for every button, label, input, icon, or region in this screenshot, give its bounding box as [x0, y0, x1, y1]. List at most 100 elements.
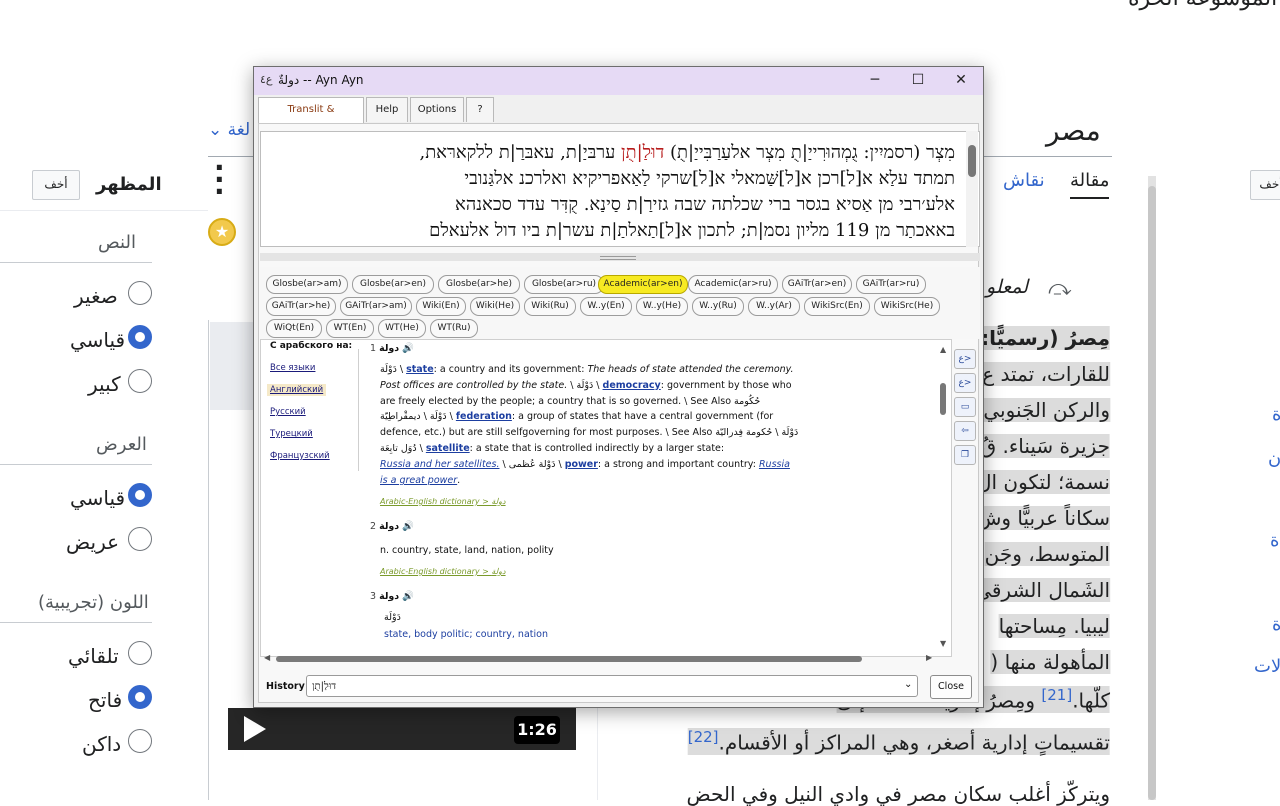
chip-source-active[interactable]: Academic(ar>en) — [598, 275, 688, 294]
scroll-down-icon[interactable]: ▼ — [940, 639, 946, 648]
chip-source[interactable]: WiQt(En) — [266, 319, 322, 338]
page-scrollbar-thumb[interactable] — [1148, 186, 1156, 800]
chip-source[interactable]: WT(En) — [326, 319, 374, 338]
chip-source[interactable]: Wiki(En) — [416, 297, 466, 316]
language-button[interactable]: ⌄ لغة — [208, 120, 250, 140]
speaker-icon[interactable]: 🔊 — [402, 521, 414, 532]
minimize-button[interactable]: ─ — [854, 67, 896, 95]
tab-article[interactable]: مقالة — [1070, 170, 1110, 199]
toc-link[interactable]: ة — [1272, 614, 1280, 635]
chip-source[interactable]: Glosbe(ar>ru) — [524, 275, 604, 294]
article-line: والركن الجَنوبي — [983, 398, 1110, 422]
translit-line: תמתד עלַא א[ל]רכן א[ל]שַּׁמאלי א[ל]שרקי … — [464, 168, 955, 189]
scroll-right-icon[interactable]: ▶ — [926, 653, 932, 662]
speaker-icon[interactable]: 🔊 — [402, 591, 414, 602]
entry-link[interactable]: power — [565, 459, 598, 470]
chip-source[interactable]: Glosbe(ar>he) — [438, 275, 520, 294]
chip-source[interactable]: GAiTr(ar>ru) — [856, 275, 926, 294]
maximize-button[interactable]: ☐ — [897, 67, 939, 95]
entry-line: دُوَل تابِعَة \ satellite: a state that … — [380, 443, 724, 454]
entry-number: 2 — [370, 521, 377, 532]
chip-source[interactable]: WT(He) — [378, 319, 426, 338]
dictionary-vscroll-thumb[interactable] — [940, 383, 946, 415]
reference-link[interactable]: [22] — [688, 728, 719, 746]
lang-russian[interactable]: Русский — [270, 407, 306, 417]
speaker-icon[interactable]: 🔊 — [402, 343, 414, 354]
more-menu-icon[interactable]: · · · — [214, 154, 225, 206]
lang-french[interactable]: Французский — [270, 451, 330, 461]
section-divider — [0, 622, 152, 623]
lang-english[interactable]: Английский — [267, 384, 327, 396]
chip-source[interactable]: Glosbe(ar>en) — [352, 275, 434, 294]
dictionary-hscroll-thumb[interactable] — [276, 656, 862, 662]
chip-source[interactable]: W..y(He) — [636, 297, 688, 316]
dictionary-source-link[interactable]: Arabic-English dictionary > دولة — [380, 497, 506, 506]
source-chips: Glosbe(ar>am) Glosbe(ar>en) Glosbe(ar>he… — [260, 267, 980, 339]
entry-example-link[interactable]: is a great power — [380, 475, 457, 486]
chevron-down-icon[interactable]: ⌄ — [904, 679, 912, 690]
chip-source[interactable]: GAiTr(ar>am) — [340, 297, 412, 316]
entry-link[interactable]: state — [406, 364, 434, 375]
paste-arabic-icon[interactable]: ع> — [954, 349, 976, 369]
width-wide-radio[interactable] — [128, 527, 152, 551]
copy-icon[interactable]: ❐ — [954, 445, 976, 465]
chip-source[interactable]: WikiSrc(En) — [804, 297, 870, 316]
entry-line: دَوْلَة \ state: a country and its gover… — [380, 364, 794, 375]
close-window-button[interactable]: ✕ — [940, 67, 982, 95]
tab-talk[interactable]: نقاش — [1003, 170, 1045, 191]
chip-source[interactable]: GAiTr(ar>he) — [266, 297, 336, 316]
width-standard-radio[interactable] — [128, 483, 152, 507]
tab-help[interactable]: Help — [366, 97, 408, 122]
scroll-left-icon[interactable]: ◀ — [264, 653, 270, 662]
entry-example-link[interactable]: Russia — [759, 459, 790, 470]
entry-link[interactable]: satellite — [426, 443, 470, 454]
language-button-label: لغة — [227, 120, 251, 140]
chip-source[interactable]: Glosbe(ar>am) — [266, 275, 348, 294]
toc-link[interactable]: لات — [1254, 656, 1280, 677]
color-light-radio[interactable] — [128, 685, 152, 709]
dialog-titlebar[interactable]: ع٤ دولةٌ -- Ayn Ayn ─ ☐ ✕ — [254, 67, 983, 95]
chip-source[interactable]: Academic(ar>ru) — [688, 275, 778, 294]
tab-options[interactable]: Options — [410, 97, 464, 122]
width-heading: العرض — [96, 434, 147, 455]
toc-link[interactable]: ن — [1268, 448, 1280, 469]
transliteration-textarea[interactable]: מִצְר (רסמיִין: גֻמְהוּרִייַ|תֻ מִצְר אל… — [260, 131, 980, 247]
translit-scrollbar-thumb[interactable] — [968, 145, 976, 177]
play-icon[interactable] — [244, 716, 266, 742]
lang-turkish[interactable]: Турецкий — [270, 429, 313, 439]
splitter-grip-icon[interactable] — [600, 256, 636, 260]
back-arrow-icon[interactable]: ⇦ — [954, 421, 976, 441]
tab-question[interactable]: ? — [466, 97, 494, 122]
text-size-large-radio[interactable] — [128, 369, 152, 393]
chip-source[interactable]: W..y(Ar) — [748, 297, 800, 316]
text-size-small-radio[interactable] — [128, 281, 152, 305]
color-dark-radio[interactable] — [128, 729, 152, 753]
toc-link[interactable]: ة — [1272, 404, 1280, 425]
lang-all[interactable]: Все языки — [270, 363, 315, 373]
chip-source[interactable]: WT(Ru) — [430, 319, 478, 338]
chip-source[interactable]: Wiki(He) — [470, 297, 520, 316]
dictionary-source-link[interactable]: Arabic-English dictionary > دولة — [380, 567, 506, 576]
tools-hide-button[interactable]: أخف — [1250, 170, 1280, 200]
entry-line: defence, etc.) but are still selfgoverni… — [380, 427, 799, 438]
text-size-standard-radio[interactable] — [128, 325, 152, 349]
color-auto-radio[interactable] — [128, 641, 152, 665]
chip-source[interactable]: W..y(Ru) — [692, 297, 744, 316]
chip-source[interactable]: Wiki(Ru) — [524, 297, 576, 316]
toc-link[interactable]: ة — [1270, 530, 1279, 551]
entry-word: دَوْلَة — [384, 612, 401, 623]
close-button[interactable]: Close — [930, 675, 972, 699]
window-icon[interactable]: ▭ — [954, 397, 976, 417]
chip-source[interactable]: WikiSrc(He) — [874, 297, 940, 316]
entry-link[interactable]: federation — [456, 411, 512, 422]
entry-link[interactable]: democracy — [603, 380, 661, 391]
entry-example-link[interactable]: Russia and her satellites. — [380, 459, 499, 470]
reference-link[interactable]: [21] — [1041, 686, 1072, 704]
history-select[interactable] — [306, 675, 918, 697]
appearance-hide-button[interactable]: أخف — [32, 170, 80, 200]
chip-source[interactable]: W..y(En) — [580, 297, 632, 316]
scroll-up-icon[interactable]: ▲ — [940, 345, 946, 354]
tab-translit-translation[interactable]: Translit & Translation — [258, 97, 364, 139]
copy-arabic-icon[interactable]: ع> — [954, 373, 976, 393]
chip-source[interactable]: GAiTr(ar>en) — [782, 275, 852, 294]
